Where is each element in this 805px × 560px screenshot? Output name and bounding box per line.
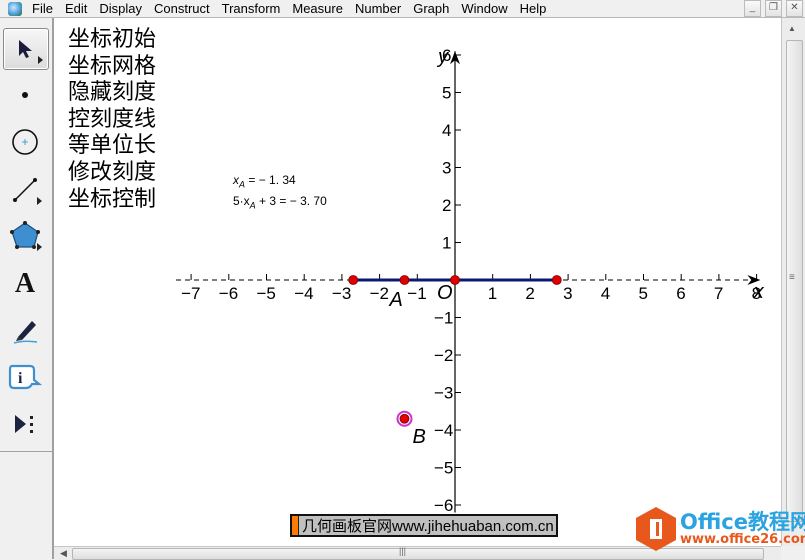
- x-tick-label: 3: [563, 284, 572, 303]
- watermark-banner: 几何画板官网www.jihehuaban.com.cn: [290, 514, 558, 537]
- y-tick-label: −1: [434, 309, 453, 328]
- point-label-b: B: [412, 426, 425, 448]
- scroll-grip-icon: |||: [399, 546, 407, 556]
- y-axis-label: y: [436, 46, 449, 68]
- x-tick-label: 5: [639, 284, 648, 303]
- point-label-a: A: [388, 289, 402, 311]
- point-a[interactable]: [399, 275, 410, 285]
- scroll-grip-icon: ≡: [789, 272, 795, 283]
- x-tick-label: 1: [488, 284, 497, 303]
- y-tick-label: −6: [434, 496, 453, 515]
- y-tick-label: 5: [442, 84, 451, 103]
- scroll-up-icon[interactable]: ▲: [788, 24, 796, 33]
- y-tick-label: 3: [442, 159, 451, 178]
- vertical-scrollbar[interactable]: ▲ ≡: [781, 18, 805, 546]
- y-tick-label: −2: [434, 346, 453, 365]
- y-tick-label: −4: [434, 421, 453, 440]
- x-tick-label: 4: [601, 284, 610, 303]
- x-tick-label: 6: [676, 284, 685, 303]
- origin-label: O: [437, 282, 453, 304]
- point[interactable]: [348, 275, 359, 285]
- x-tick-label: 2: [525, 284, 534, 303]
- x-tick-label: −4: [294, 284, 313, 303]
- x-tick-label: 7: [714, 284, 723, 303]
- x-tick-label: −2: [370, 284, 389, 303]
- x-axis-label: x: [753, 281, 765, 303]
- y-tick-label: 2: [442, 196, 451, 215]
- y-tick-label: −3: [434, 384, 453, 403]
- watermark-accent: [292, 516, 299, 535]
- point-b[interactable]: [399, 413, 410, 424]
- x-tick-label: −1: [407, 284, 426, 303]
- watermark-text: 几何画板官网www.jihehuaban.com.cn: [302, 518, 554, 535]
- office-badge-title: Office教程网: [680, 510, 805, 534]
- y-tick-label: 1: [442, 234, 451, 253]
- x-tick-label: −3: [332, 284, 351, 303]
- office-logo-icon: [636, 507, 676, 551]
- office-badge: Office教程网 www.office26.com: [636, 507, 805, 551]
- x-tick-label: −7: [181, 284, 200, 303]
- y-tick-label: 4: [442, 121, 451, 140]
- coordinate-graph: −7 −6 −5 −4 −3 −2 −1 1 2 3 4 5 6 7 8654321−1−2−3−4−5−6…: [176, 46, 765, 515]
- x-tick-label: −6: [219, 284, 238, 303]
- point[interactable]: [450, 275, 460, 285]
- y-tick-label: −5: [434, 459, 453, 478]
- point[interactable]: [551, 275, 562, 285]
- office-badge-url: www.office26.com: [680, 532, 805, 547]
- x-tick-label: −5: [257, 284, 276, 303]
- scroll-left-icon[interactable]: ◀: [60, 548, 67, 559]
